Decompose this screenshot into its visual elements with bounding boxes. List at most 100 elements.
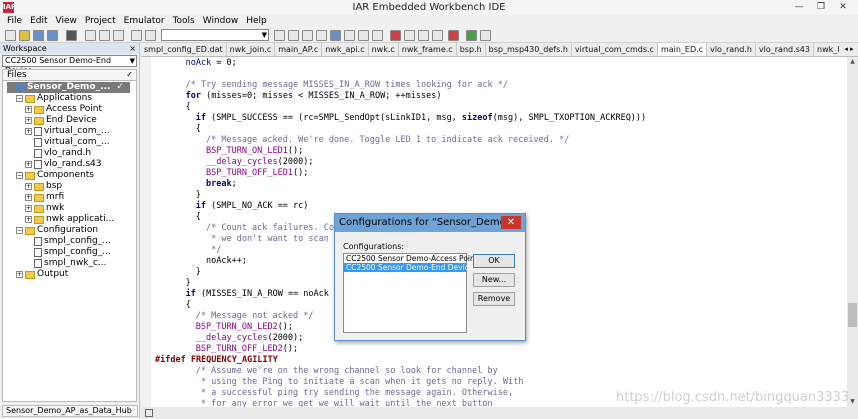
tree-item[interactable]: smpl_config_... xyxy=(25,247,111,258)
tab-main-ap-c[interactable]: main_AP.c xyxy=(275,43,323,56)
tab-nwk-c[interactable]: nwk.c xyxy=(369,43,399,56)
close-icon[interactable]: × xyxy=(129,43,136,54)
tab-scroll-arrows[interactable]: ◂ ▸ xyxy=(840,43,858,56)
expand-icon[interactable]: + xyxy=(25,106,32,113)
save-icon[interactable] xyxy=(33,30,44,41)
horizontal-scrollbar[interactable] xyxy=(141,407,858,419)
find-combo[interactable]: ▼ xyxy=(161,29,269,41)
folder-icon xyxy=(25,94,35,103)
compile-icon[interactable] xyxy=(404,30,415,41)
menu-file[interactable]: File xyxy=(3,15,26,28)
menu-edit[interactable]: Edit xyxy=(26,15,51,28)
tree-item[interactable]: + vlo_rand.s43 xyxy=(25,159,101,170)
editor-gutter[interactable] xyxy=(141,57,151,407)
navigate-back-icon[interactable] xyxy=(358,30,369,41)
paste-icon[interactable] xyxy=(113,30,124,41)
redo-icon[interactable] xyxy=(145,30,156,41)
expand-icon[interactable]: + xyxy=(25,216,32,223)
code-token: ; xyxy=(231,179,237,189)
vertical-scrollbar[interactable]: ▲ ▼ xyxy=(847,57,858,407)
bookmark-icon[interactable] xyxy=(316,30,327,41)
menu-view[interactable]: View xyxy=(52,15,81,28)
configurations-list[interactable]: CC2500 Sensor Demo-Access Point CC2500 Se… xyxy=(343,253,478,333)
toggle-bookmark-icon[interactable] xyxy=(330,30,341,41)
collapse-icon[interactable]: − xyxy=(16,172,23,179)
workspace-tab[interactable]: Sensor_Demo_AP_as_Data_Hub xyxy=(2,405,138,417)
print-icon[interactable] xyxy=(66,30,77,41)
ok-button[interactable]: OK xyxy=(473,254,515,268)
tab-nwk-frame-c[interactable]: nwk_frame.c xyxy=(399,43,457,56)
copy-icon[interactable] xyxy=(99,30,110,41)
menu-tools[interactable]: Tools xyxy=(169,15,199,28)
scrollbar-thumb[interactable] xyxy=(848,303,857,327)
tree-item[interactable]: − Applications xyxy=(16,93,92,104)
code-line: BSP_TURN_OFF_LED1(); xyxy=(206,168,308,179)
collapse-icon[interactable]: − xyxy=(16,95,23,102)
tree-item[interactable]: + mrfi xyxy=(25,192,64,203)
tree-item[interactable]: + Access Point xyxy=(25,104,102,115)
tree-item[interactable]: − Components xyxy=(16,170,94,181)
expand-icon[interactable]: + xyxy=(25,183,32,190)
tab-nwk-join-c[interactable]: nwk_join.c xyxy=(227,43,276,56)
menu-emulator[interactable]: Emulator xyxy=(120,15,169,28)
tree-item[interactable]: smpl_config_... xyxy=(25,236,111,247)
minimize-button[interactable]: — xyxy=(788,1,810,14)
find-next-icon[interactable] xyxy=(274,30,285,41)
toggle-breakpoint-icon[interactable] xyxy=(448,30,459,41)
tab-nwk-api-c[interactable]: nwk_api.c xyxy=(322,43,369,56)
save-all-icon[interactable] xyxy=(47,30,58,41)
new-file-icon[interactable] xyxy=(5,30,16,41)
collapse-icon[interactable]: − xyxy=(16,227,23,234)
make-icon[interactable] xyxy=(418,30,429,41)
tree-item[interactable]: − Configuration xyxy=(16,225,98,236)
debug-without-download-icon[interactable] xyxy=(480,30,491,41)
expand-icon[interactable]: + xyxy=(25,205,32,212)
tree-item[interactable]: + bsp xyxy=(25,181,62,192)
tree-item[interactable]: + nwk xyxy=(25,203,64,214)
tree-item[interactable]: + virtual_com_... xyxy=(25,126,110,137)
menu-help[interactable]: Help xyxy=(242,15,271,28)
cut-icon[interactable] xyxy=(85,30,96,41)
open-folder-icon[interactable] xyxy=(19,30,30,41)
remove-button[interactable]: Remove xyxy=(473,292,515,306)
configuration-option[interactable]: CC2500 Sensor Demo-Access Point xyxy=(344,254,478,263)
tree-item[interactable]: + nwk applicati... xyxy=(25,214,114,225)
stop-build-icon[interactable] xyxy=(432,30,443,41)
tree-item[interactable]: Sensor_Demo_... ✓ xyxy=(7,82,130,93)
tab-vlo-rand-h[interactable]: vlo_rand.h xyxy=(707,43,756,56)
tab-smpl-config-ed-dat[interactable]: smpl_config_ED.dat xyxy=(141,43,227,56)
configuration-select[interactable]: CC2500 Sensor Demo-End Device ▼ xyxy=(2,55,137,75)
goto-icon[interactable] xyxy=(344,30,355,41)
expand-icon[interactable]: + xyxy=(25,161,32,168)
tree-item[interactable]: + End Device xyxy=(25,115,97,126)
dialog-close-button[interactable]: ✕ xyxy=(501,216,521,229)
grid-icon[interactable] xyxy=(145,409,153,417)
close-button[interactable]: ✕ xyxy=(832,1,854,14)
restore-button[interactable]: ❐ xyxy=(810,1,832,14)
new-button[interactable]: New... xyxy=(473,273,515,287)
tree-item[interactable]: virtual_com_... xyxy=(25,137,110,148)
tree-item[interactable]: + Output xyxy=(16,269,68,280)
tree-item[interactable]: smpl_nwk_c... xyxy=(25,258,106,269)
undo-icon[interactable] xyxy=(131,30,142,41)
tab-virtual-com-cmds-c[interactable]: virtual_com_cmds.c xyxy=(572,43,658,56)
expand-icon[interactable]: + xyxy=(25,117,32,124)
expand-icon[interactable]: + xyxy=(25,194,32,201)
tab-bsp-msp430-defs-h[interactable]: bsp_msp430_defs.h xyxy=(486,43,572,56)
expand-icon[interactable]: + xyxy=(16,271,23,278)
tab-bsp-h[interactable]: bsp.h xyxy=(457,43,486,56)
navigate-forward-icon[interactable] xyxy=(372,30,383,41)
tab-vlo-rand-s43[interactable]: vlo_rand.s43 xyxy=(756,43,814,56)
breakpoint-icon[interactable] xyxy=(390,30,401,41)
find-prev-icon[interactable] xyxy=(288,30,299,41)
expand-icon[interactable]: + xyxy=(25,128,32,135)
tab-main-ed-c[interactable]: main_ED.c xyxy=(657,43,708,56)
download-debug-icon[interactable] xyxy=(466,30,477,41)
scroll-up-icon[interactable]: ▲ xyxy=(847,57,858,67)
tree-item[interactable]: vlo_rand.h xyxy=(25,148,91,159)
files-column-header[interactable]: Files ✓ xyxy=(2,69,137,81)
menu-window[interactable]: Window xyxy=(199,15,243,28)
find-in-files-icon[interactable] xyxy=(302,30,313,41)
menu-project[interactable]: Project xyxy=(81,15,120,28)
configuration-option[interactable]: CC2500 Sensor Demo-End Device xyxy=(344,263,473,272)
